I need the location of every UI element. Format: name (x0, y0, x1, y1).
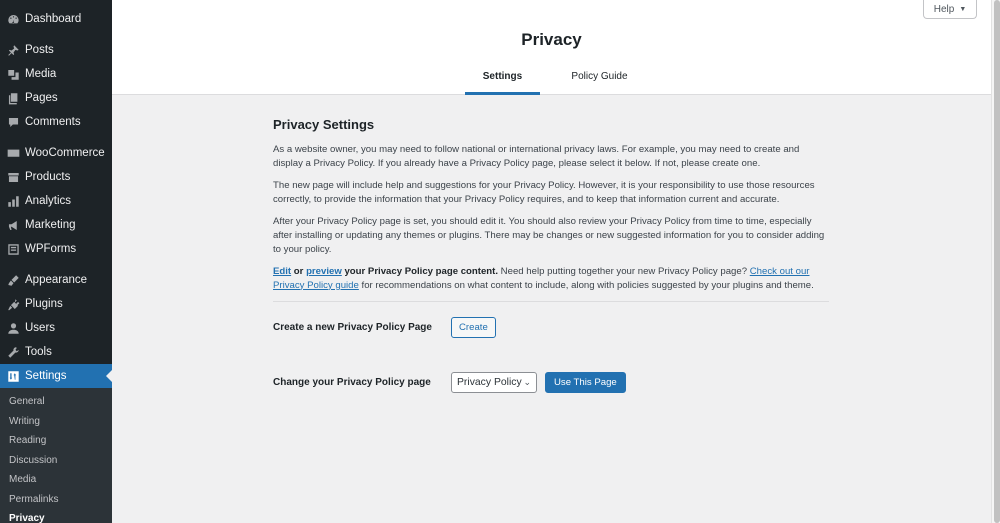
pin-icon (7, 44, 20, 57)
review-paragraph: After your Privacy Policy page is set, y… (273, 216, 825, 255)
create-page-row: Create a new Privacy Policy Page Create (273, 317, 496, 338)
guide-tail: for recommendations on what content to i… (358, 279, 814, 291)
sidebar-item-plugins[interactable]: Plugins (0, 292, 112, 316)
help-label: Help (933, 3, 955, 15)
form-icon (7, 243, 20, 256)
page-title: Privacy (521, 30, 582, 49)
submenu-item-permalinks[interactable]: Permalinks (0, 490, 112, 510)
sidebar-item-label: Posts (25, 44, 54, 56)
sidebar-item-settings[interactable]: Settings (0, 364, 112, 388)
preview-link[interactable]: preview (306, 266, 342, 277)
edit-preview-paragraph: Edit or preview your Privacy Policy page… (273, 265, 829, 292)
sidebar-item-label: WooCommerce (25, 147, 105, 159)
privacy-settings-content: Privacy Settings As a website owner, you… (273, 117, 829, 393)
caret-down-icon: ▼ (959, 5, 967, 13)
pages-icon (7, 92, 20, 105)
archive-icon (7, 171, 20, 184)
wrench-icon (7, 346, 20, 359)
sidebar-item-label: Marketing (25, 219, 76, 231)
submenu-item-discussion[interactable]: Discussion (0, 451, 112, 471)
submenu-item-privacy[interactable]: Privacy (0, 509, 112, 523)
sidebar-item-dashboard[interactable]: Dashboard (0, 7, 112, 31)
sidebar-item-label: Plugins (25, 298, 63, 310)
plugin-icon (7, 298, 20, 311)
sidebar-item-tools[interactable]: Tools (0, 340, 112, 364)
sidebar-item-label: Analytics (25, 195, 72, 207)
settings-icon (7, 370, 20, 383)
sidebar-item-analytics[interactable]: Analytics (0, 189, 112, 213)
submenu-item-reading[interactable]: Reading (0, 431, 112, 451)
create-button[interactable]: Create (451, 317, 496, 338)
sidebar-item-comments[interactable]: Comments (0, 110, 112, 134)
media-icon (7, 68, 20, 81)
privacy-header: Privacy Settings Policy Guide (112, 0, 991, 95)
use-this-page-button[interactable]: Use This Page (545, 372, 626, 393)
sidebar-item-label: Appearance (25, 274, 88, 286)
responsibility-paragraph: The new page will include help and sugge… (273, 180, 815, 205)
submenu-item-writing[interactable]: Writing (0, 412, 112, 432)
dashboard-icon (7, 13, 20, 26)
or-text: or (291, 266, 307, 278)
sidebar-item-label: Tools (25, 346, 52, 358)
bar-chart-icon (7, 195, 20, 208)
scrollbar[interactable] (991, 0, 1000, 523)
sidebar-item-woocommerce[interactable]: WooCommerce (0, 141, 112, 165)
tab-policy-guide[interactable]: Policy Guide (562, 66, 637, 95)
sidebar-item-label: Media (25, 68, 57, 80)
sidebar-item-pages[interactable]: Pages (0, 86, 112, 110)
tab-settings[interactable]: Settings (465, 66, 540, 95)
divider (273, 301, 829, 303)
sidebar-item-label: Settings (25, 370, 67, 382)
help-text: Need help putting together your new Priv… (498, 266, 750, 278)
sidebar-item-label: WPForms (25, 243, 77, 255)
comment-icon (7, 116, 20, 129)
privacy-page-select[interactable]: Privacy Policy ⌄ (451, 372, 537, 393)
sidebar-item-label: Users (25, 322, 56, 334)
user-icon (7, 322, 20, 335)
sidebar-item-label: Dashboard (25, 13, 82, 25)
settings-submenu: General Writing Reading Discussion Media… (0, 388, 112, 523)
woocommerce-icon (7, 147, 20, 160)
sidebar-item-wpforms[interactable]: WPForms (0, 237, 112, 261)
help-button[interactable]: Help ▼ (923, 0, 977, 19)
submenu-item-media[interactable]: Media (0, 470, 112, 490)
create-page-label: Create a new Privacy Policy Page (273, 321, 432, 333)
sidebar-item-marketing[interactable]: Marketing (0, 213, 112, 237)
submenu-item-general[interactable]: General (0, 392, 112, 412)
sidebar-item-users[interactable]: Users (0, 316, 112, 340)
edit-link[interactable]: Edit (273, 266, 291, 277)
sidebar-item-products[interactable]: Products (0, 165, 112, 189)
sidebar-item-label: Comments (25, 116, 81, 128)
sidebar-item-appearance[interactable]: Appearance (0, 268, 112, 292)
sidebar-item-label: Products (25, 171, 71, 183)
section-title: Privacy Settings (273, 117, 375, 132)
chevron-down-icon: ⌄ (523, 376, 531, 387)
bold-tail: your Privacy Policy page content. (341, 266, 499, 278)
sidebar-item-posts[interactable]: Posts (0, 38, 112, 62)
sidebar-item-label: Pages (25, 92, 58, 104)
admin-sidebar: Dashboard Posts Media Pages Comments Woo… (0, 0, 112, 523)
scrollbar-thumb[interactable] (994, 0, 1000, 523)
change-page-label: Change your Privacy Policy page (273, 376, 431, 388)
select-value: Privacy Policy (457, 376, 522, 388)
sidebar-item-media[interactable]: Media (0, 62, 112, 86)
intro-paragraph: As a website owner, you may need to foll… (273, 144, 800, 169)
megaphone-icon (7, 219, 20, 232)
change-page-row: Change your Privacy Policy page Privacy … (273, 372, 626, 393)
paintbrush-icon (7, 274, 20, 287)
